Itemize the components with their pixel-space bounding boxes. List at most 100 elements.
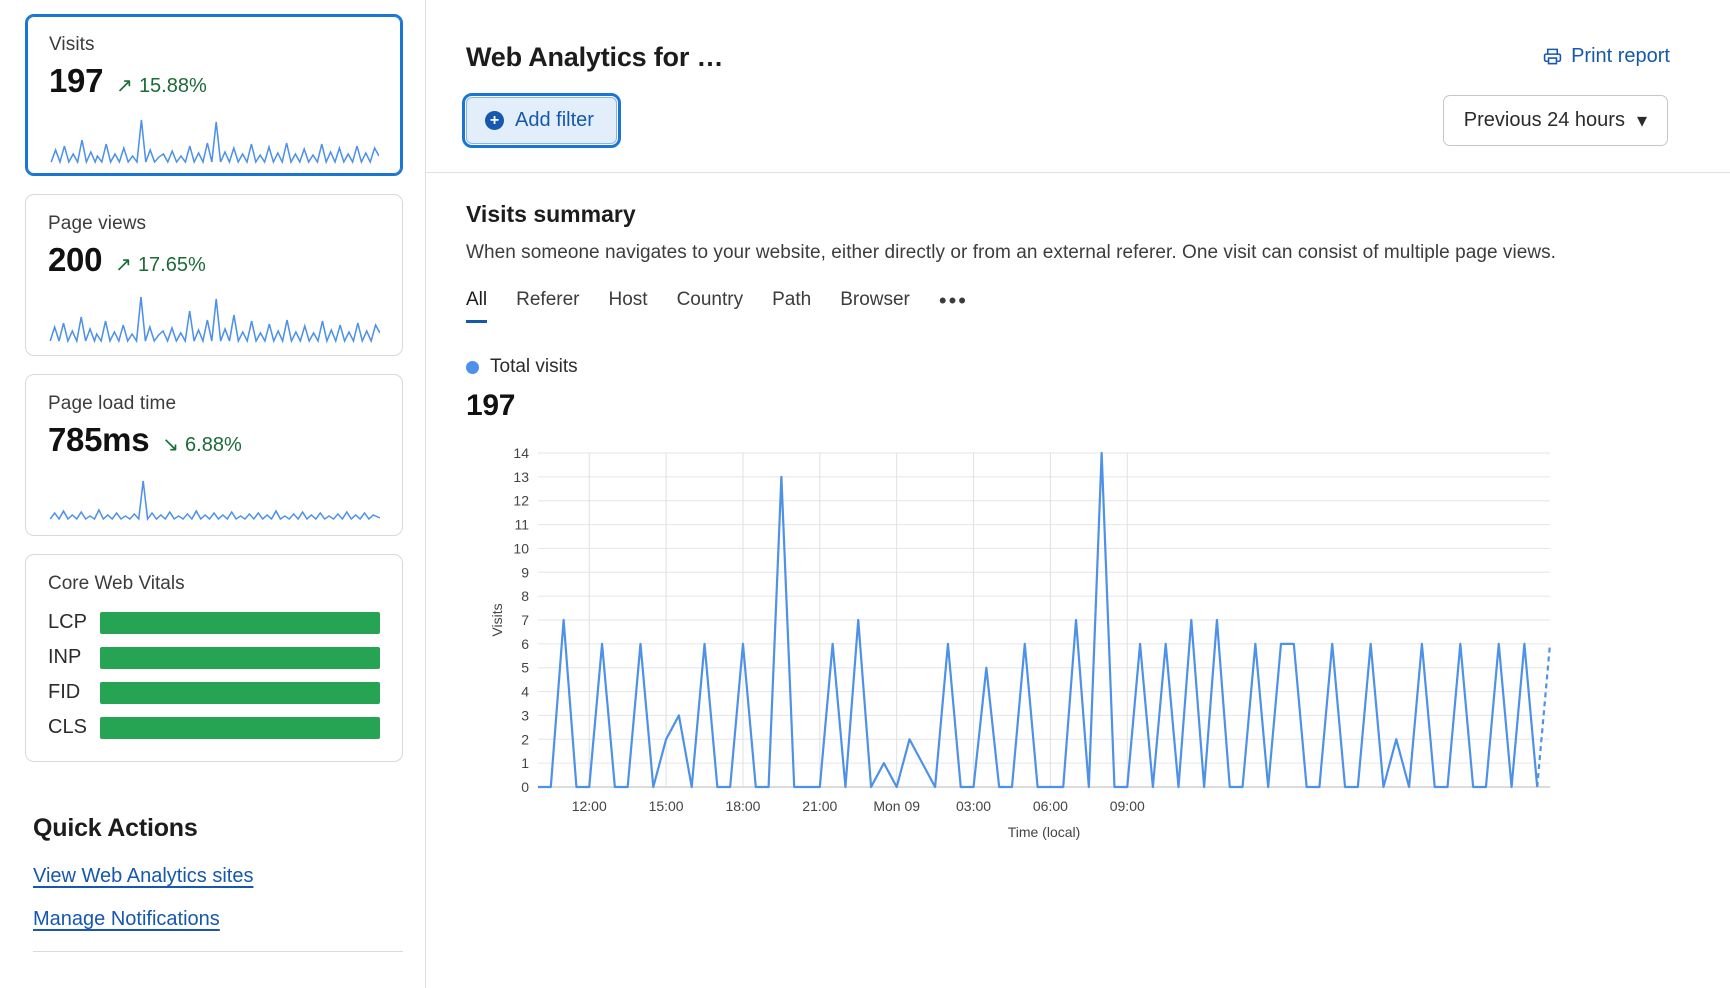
page-title: Web Analytics for … (466, 42, 723, 73)
svg-text:14: 14 (513, 445, 529, 461)
vital-row-lcp: LCP (48, 611, 380, 634)
metric-label: Page load time (48, 393, 380, 415)
app-root: Visits 197 ↗ 15.88% Page views 200 ↗ 17.… (0, 0, 1730, 988)
main-header: Web Analytics for … Print report + Add f… (426, 0, 1730, 172)
vital-row-cls: CLS (48, 716, 380, 739)
legend-color-dot (466, 361, 479, 374)
svg-text:11: 11 (514, 517, 529, 533)
vital-label: CLS (48, 716, 100, 739)
visits-chart[interactable]: 0123456789101112131412:0015:0018:0021:00… (466, 445, 1690, 850)
svg-text:03:00: 03:00 (956, 798, 991, 814)
plus-circle-icon: + (485, 111, 504, 130)
vital-bar-fill (100, 612, 380, 634)
metrics-sidebar: Visits 197 ↗ 15.88% Page views 200 ↗ 17.… (0, 0, 425, 988)
tab-path[interactable]: Path (772, 289, 811, 323)
vital-bar-fill (100, 717, 380, 739)
svg-text:6: 6 (521, 636, 529, 652)
metric-delta-value: 6.88% (185, 434, 242, 457)
svg-text:4: 4 (521, 684, 529, 700)
svg-text:13: 13 (513, 469, 529, 485)
trend-up-icon: ↗ (116, 76, 133, 96)
chart-legend: Total visits (466, 356, 1690, 378)
controls-row: + Add filter Previous 24 hours ▾ (466, 95, 1690, 172)
quick-actions-title: Quick Actions (33, 814, 403, 843)
svg-text:10: 10 (513, 540, 529, 556)
vital-label: LCP (48, 611, 100, 634)
core-web-vitals-card: Core Web Vitals LCP INP FID CLS (25, 554, 403, 762)
tab-all[interactable]: All (466, 289, 487, 323)
trend-up-icon: ↗ (115, 255, 132, 275)
link-view-web-analytics-sites[interactable]: View Web Analytics sites (33, 865, 253, 888)
svg-text:12: 12 (513, 493, 529, 509)
svg-text:8: 8 (521, 588, 529, 604)
sparkline-visits (49, 110, 379, 170)
tab-browser[interactable]: Browser (840, 289, 910, 323)
metric-delta: ↘ 6.88% (162, 434, 241, 457)
vital-row-inp: INP (48, 646, 380, 669)
vital-bar-fill (100, 647, 380, 669)
svg-text:2: 2 (521, 731, 529, 747)
tab-country[interactable]: Country (677, 289, 744, 323)
metric-label: Page views (48, 213, 380, 235)
vital-bar-track (100, 612, 380, 634)
visits-summary-section: Visits summary When someone navigates to… (426, 173, 1730, 850)
link-manage-notifications[interactable]: Manage Notifications (33, 908, 220, 931)
tabs-overflow-icon[interactable]: ••• (939, 288, 968, 323)
sparkline-page-load-time (48, 469, 380, 529)
metric-value-row: 197 ↗ 15.88% (49, 62, 379, 100)
vital-bar-track (100, 717, 380, 739)
quick-actions-section: Quick Actions View Web Analytics sites M… (25, 814, 403, 952)
svg-text:5: 5 (521, 660, 529, 676)
metric-value-row: 785ms ↘ 6.88% (48, 421, 380, 459)
vital-bar-fill (100, 682, 380, 704)
title-row: Web Analytics for … Print report (466, 42, 1690, 73)
tab-host[interactable]: Host (608, 289, 647, 323)
svg-text:09:00: 09:00 (1110, 798, 1145, 814)
vital-bar-track (100, 647, 380, 669)
print-report-link[interactable]: Print report (1543, 45, 1670, 68)
metric-delta: ↗ 17.65% (115, 254, 206, 277)
metric-value: 197 (49, 62, 103, 100)
vital-bar-track (100, 682, 380, 704)
vital-label: FID (48, 681, 100, 704)
svg-text:Time (local): Time (local) (1008, 824, 1081, 840)
date-range-dropdown[interactable]: Previous 24 hours ▾ (1443, 95, 1668, 146)
metric-delta-value: 15.88% (139, 75, 207, 98)
sparkline-page-views (48, 289, 380, 349)
metric-delta: ↗ 15.88% (116, 75, 207, 98)
svg-text:Visits: Visits (489, 603, 505, 636)
legend-label: Total visits (490, 356, 578, 378)
date-range-label: Previous 24 hours (1464, 109, 1625, 132)
svg-text:9: 9 (521, 564, 529, 580)
metric-value-row: 200 ↗ 17.65% (48, 241, 380, 279)
metric-card-page-views[interactable]: Page views 200 ↗ 17.65% (25, 194, 403, 356)
sidebar-divider (33, 951, 403, 952)
print-report-label: Print report (1571, 45, 1670, 68)
svg-text:12:00: 12:00 (572, 798, 607, 814)
vital-row-fid: FID (48, 681, 380, 704)
vital-label: INP (48, 646, 100, 669)
tab-referer[interactable]: Referer (516, 289, 579, 323)
metric-delta-value: 17.65% (138, 254, 206, 277)
trend-down-icon: ↘ (162, 435, 179, 455)
svg-text:06:00: 06:00 (1033, 798, 1068, 814)
add-filter-button[interactable]: + Add filter (466, 97, 617, 144)
metric-label: Visits (49, 34, 379, 56)
summary-title: Visits summary (466, 201, 1690, 228)
svg-text:15:00: 15:00 (649, 798, 684, 814)
visits-line-chart-svg: 0123456789101112131412:0015:0018:0021:00… (486, 445, 1566, 845)
legend-total-value: 197 (466, 389, 1690, 423)
metric-card-page-load-time[interactable]: Page load time 785ms ↘ 6.88% (25, 374, 403, 536)
svg-text:7: 7 (521, 612, 529, 628)
svg-text:0: 0 (521, 779, 529, 795)
chevron-down-icon: ▾ (1637, 108, 1647, 133)
main-panel: Web Analytics for … Print report + Add f… (425, 0, 1730, 988)
metric-value: 785ms (48, 421, 149, 459)
svg-text:Mon 09: Mon 09 (873, 798, 920, 814)
svg-text:1: 1 (521, 755, 529, 771)
printer-icon (1543, 47, 1562, 66)
svg-text:21:00: 21:00 (802, 798, 837, 814)
core-web-vitals-title: Core Web Vitals (48, 573, 380, 595)
summary-tabs: All Referer Host Country Path Browser ••… (466, 288, 1690, 323)
metric-card-visits[interactable]: Visits 197 ↗ 15.88% (25, 14, 403, 176)
